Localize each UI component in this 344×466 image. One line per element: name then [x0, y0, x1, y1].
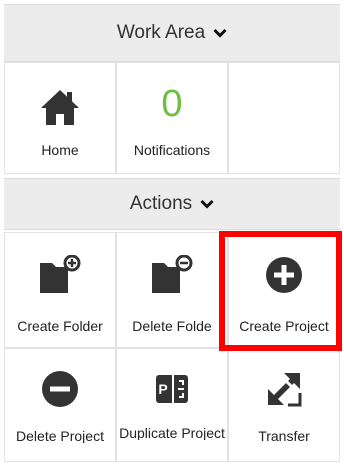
transfer-tile[interactable]: Transfer	[228, 348, 340, 462]
home-tile[interactable]: Home	[4, 62, 116, 174]
empty-tile	[228, 62, 340, 174]
create-folder-label: Create Folder	[17, 319, 103, 333]
folder-plus-icon	[5, 255, 115, 295]
delete-project-label: Delete Project	[16, 429, 104, 443]
actions-header[interactable]: Actions	[4, 178, 340, 230]
transfer-icon	[229, 369, 339, 409]
plus-circle-icon	[229, 255, 339, 295]
actions-title: Actions	[129, 193, 193, 214]
delete-folder-tile[interactable]: Delete Folde	[116, 232, 228, 348]
duplicate-project-label: Duplicate Project	[119, 427, 225, 440]
home-icon	[5, 87, 115, 127]
create-folder-tile[interactable]: Create Folder	[4, 232, 116, 348]
svg-text:P: P	[158, 381, 167, 397]
notifications-label: Notifications	[133, 143, 211, 157]
folder-minus-icon	[117, 255, 227, 295]
transfer-label: Transfer	[258, 429, 310, 443]
side-panel: Work Area Home 0 Notifications Actions C…	[0, 0, 344, 466]
minus-circle-icon	[5, 369, 115, 409]
duplicate-project-icon: P	[117, 369, 227, 409]
chevron-down-icon	[200, 199, 214, 209]
home-label: Home	[41, 143, 79, 157]
duplicate-project-tile[interactable]: P Duplicate Project	[116, 348, 228, 462]
delete-folder-label: Delete Folde	[132, 319, 212, 333]
work-area-title: Work Area	[116, 22, 206, 43]
notifications-tile[interactable]: 0 Notifications	[116, 62, 228, 174]
delete-project-tile[interactable]: Delete Project	[4, 348, 116, 462]
work-area-header[interactable]: Work Area	[4, 4, 340, 62]
chevron-down-icon	[213, 28, 227, 38]
notification-count: 0	[161, 83, 183, 125]
create-project-label: Create Project	[239, 319, 329, 333]
create-project-tile[interactable]: Create Project	[228, 232, 340, 348]
